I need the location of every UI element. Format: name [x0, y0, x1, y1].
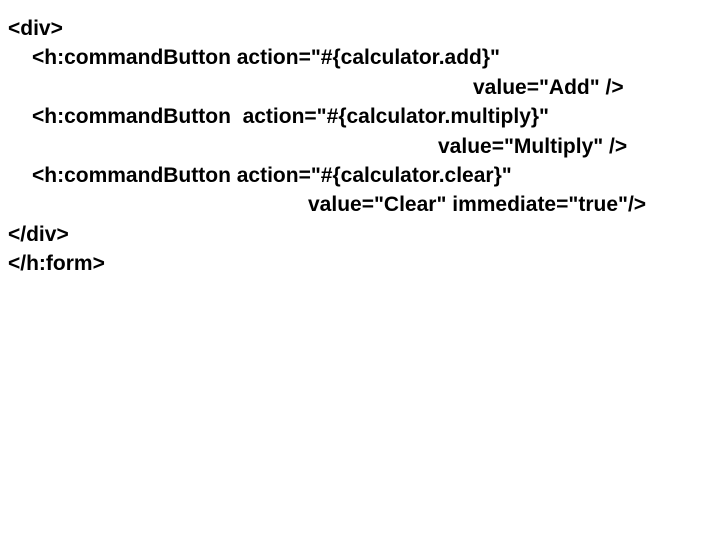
code-line: value="Clear" immediate="true"/> — [8, 190, 720, 219]
code-line: value="Multiply" /> — [8, 132, 720, 161]
code-snippet: <div> <h:commandButton action="#{calcula… — [0, 0, 720, 279]
code-line: </div> — [8, 220, 720, 249]
code-line: <h:commandButton action="#{calculator.cl… — [8, 161, 720, 190]
code-line: </h:form> — [8, 249, 720, 278]
code-line: <div> — [8, 14, 720, 43]
code-line: <h:commandButton action="#{calculator.mu… — [8, 102, 720, 131]
code-line: value="Add" /> — [8, 73, 720, 102]
code-line: <h:commandButton action="#{calculator.ad… — [8, 43, 720, 72]
